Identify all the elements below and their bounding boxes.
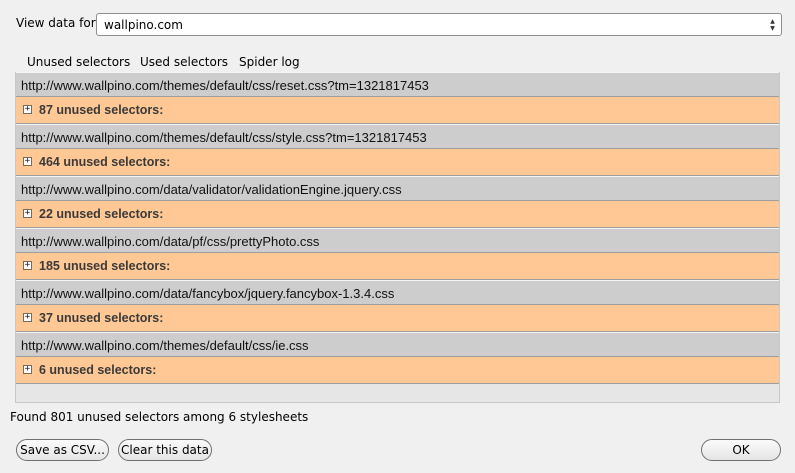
expand-icon[interactable]: +: [23, 105, 32, 114]
stylesheet-url: http://www.wallpino.com/data/fancybox/jq…: [21, 286, 395, 301]
stylesheet-url: http://www.wallpino.com/themes/default/c…: [21, 78, 429, 93]
unused-selectors-row[interactable]: +87 unused selectors:: [16, 97, 779, 124]
site-select[interactable]: wallpino.com ▲ ▼: [96, 13, 782, 36]
stylesheet-url-row: http://www.wallpino.com/themes/default/c…: [16, 124, 779, 149]
unused-selectors-row[interactable]: +22 unused selectors:: [16, 201, 779, 228]
unused-selectors-count: 464 unused selectors:: [39, 155, 171, 169]
expand-icon[interactable]: +: [23, 365, 32, 374]
unused-selectors-count: 37 unused selectors:: [39, 311, 164, 325]
unused-selectors-count: 6 unused selectors:: [39, 363, 157, 377]
stylesheet-url: http://www.wallpino.com/data/pf/css/pret…: [21, 234, 320, 249]
view-data-label: View data for:: [16, 16, 100, 30]
stylesheet-url-row: http://www.wallpino.com/themes/default/c…: [16, 72, 779, 97]
expand-icon[interactable]: +: [23, 209, 32, 218]
stylesheet-url-row: http://www.wallpino.com/data/validator/v…: [16, 176, 779, 201]
clear-data-button[interactable]: Clear this data: [118, 439, 212, 461]
unused-selectors-row[interactable]: +37 unused selectors:: [16, 305, 779, 332]
updown-arrows-icon: ▲ ▼: [770, 17, 775, 32]
stylesheet-url-row: http://www.wallpino.com/themes/default/c…: [16, 332, 779, 357]
unused-selectors-row[interactable]: +185 unused selectors:: [16, 253, 779, 280]
unused-selectors-count: 185 unused selectors:: [39, 259, 171, 273]
stylesheet-url-row: http://www.wallpino.com/data/pf/css/pret…: [16, 228, 779, 253]
stylesheet-url: http://www.wallpino.com/themes/default/c…: [21, 338, 309, 353]
unused-selectors-count: 22 unused selectors:: [39, 207, 164, 221]
tab-unused-selectors[interactable]: Unused selectors: [27, 55, 130, 69]
stylesheet-url: http://www.wallpino.com/data/validator/v…: [21, 182, 402, 197]
unused-selectors-count: 87 unused selectors:: [39, 103, 164, 117]
ok-button[interactable]: OK: [701, 439, 781, 461]
summary-text: Found 801 unused selectors among 6 style…: [10, 410, 309, 424]
tab-used-selectors[interactable]: Used selectors: [140, 55, 228, 69]
site-select-value: wallpino.com: [104, 18, 183, 32]
unused-selectors-row[interactable]: +464 unused selectors:: [16, 149, 779, 176]
stylesheet-url: http://www.wallpino.com/themes/default/c…: [21, 130, 427, 145]
expand-icon[interactable]: +: [23, 313, 32, 322]
unused-selectors-row[interactable]: +6 unused selectors:: [16, 357, 779, 384]
expand-icon[interactable]: +: [23, 261, 32, 270]
stylesheet-list-panel: http://www.wallpino.com/themes/default/c…: [15, 72, 780, 403]
save-as-csv-button[interactable]: Save as CSV...: [16, 439, 109, 461]
stylesheet-list: http://www.wallpino.com/themes/default/c…: [16, 72, 779, 384]
stylesheet-url-row: http://www.wallpino.com/data/fancybox/jq…: [16, 280, 779, 305]
expand-icon[interactable]: +: [23, 157, 32, 166]
tab-spider-log[interactable]: Spider log: [239, 55, 300, 69]
